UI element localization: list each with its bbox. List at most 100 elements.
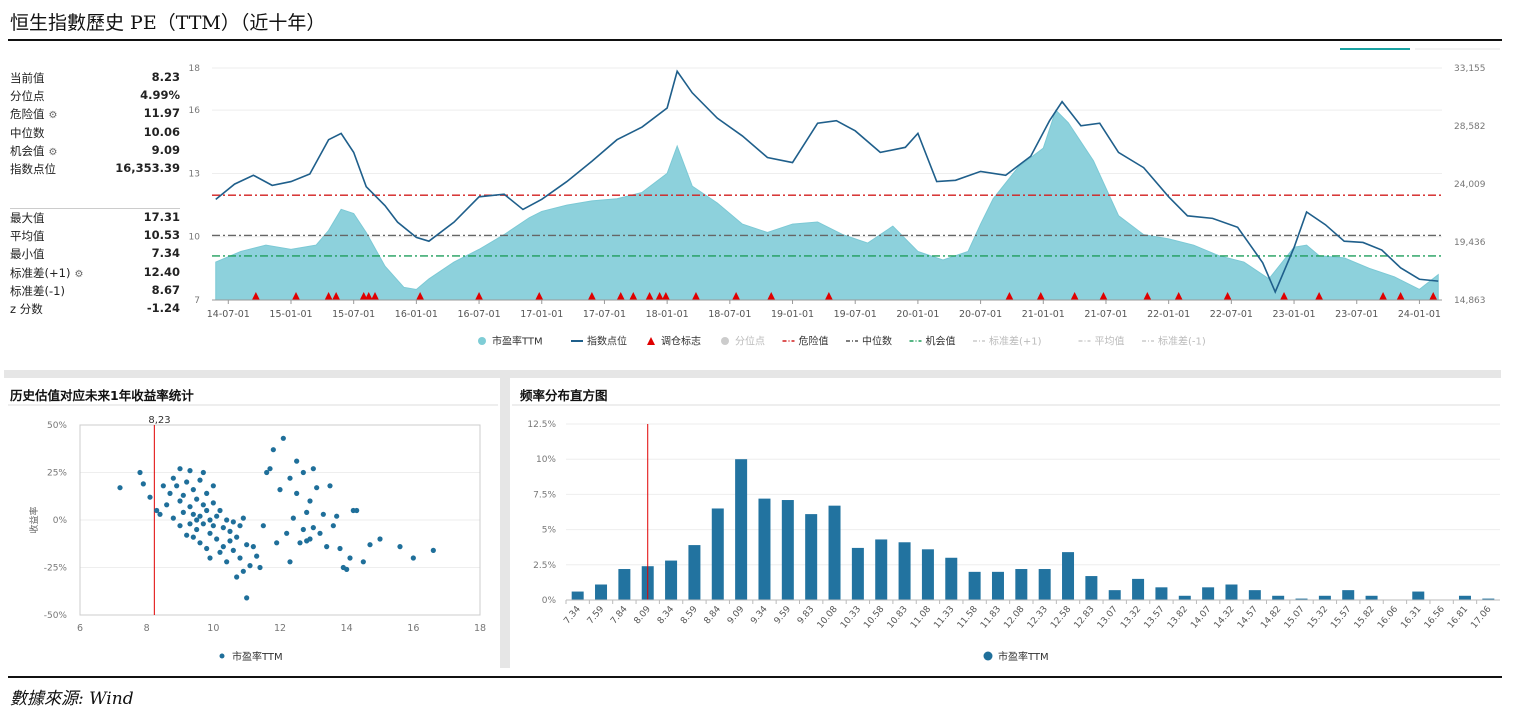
scatter-point bbox=[217, 549, 223, 555]
scatter-point bbox=[184, 479, 190, 485]
scatter-point bbox=[230, 519, 236, 525]
scatter-current-label: 8,23 bbox=[148, 415, 170, 426]
histogram-x-tick: 11.58 bbox=[956, 604, 980, 630]
scatter-point bbox=[297, 540, 303, 546]
histogram-bar bbox=[758, 498, 771, 600]
histogram-x-tick: 11.33 bbox=[932, 605, 956, 631]
scatter-point bbox=[234, 534, 240, 540]
scatter-point bbox=[354, 507, 360, 514]
scatter-point bbox=[137, 469, 143, 476]
main-left-tick: 10 bbox=[189, 233, 201, 243]
scatter-point bbox=[237, 523, 243, 529]
histogram-bar bbox=[1365, 595, 1378, 600]
scatter-point bbox=[337, 545, 343, 552]
scatter-point bbox=[200, 502, 206, 508]
scatter-point bbox=[170, 475, 176, 481]
scatter-point bbox=[280, 435, 286, 441]
scatter-point bbox=[307, 536, 313, 542]
scatter-point bbox=[317, 530, 323, 536]
main-x-tick: 17-07-01 bbox=[583, 309, 626, 320]
histogram-bar bbox=[851, 547, 864, 600]
scatter-point bbox=[180, 509, 186, 515]
main-x-tick: 22-07-01 bbox=[1210, 309, 1253, 320]
histogram-bar bbox=[805, 514, 818, 600]
scatter-point bbox=[234, 574, 240, 580]
legend-label: 调仓标志 bbox=[661, 335, 701, 348]
scatter-point bbox=[164, 502, 170, 508]
histogram-bar bbox=[1015, 569, 1028, 600]
main-right-tick: 33,155 bbox=[1454, 64, 1486, 74]
scatter-point bbox=[177, 498, 183, 504]
histogram-bar bbox=[921, 549, 934, 600]
section-band bbox=[4, 370, 1501, 378]
scatter-point bbox=[210, 523, 216, 529]
main-left-tick: 7 bbox=[194, 296, 200, 306]
scatter-y-tick: -50% bbox=[44, 611, 68, 621]
legend-label: 指数点位 bbox=[587, 335, 627, 348]
scatter-point bbox=[170, 515, 176, 521]
histogram-y-tick: 10% bbox=[536, 455, 556, 465]
main-x-tick: 24-01-01 bbox=[1398, 309, 1441, 320]
histogram-bar bbox=[898, 542, 911, 600]
scatter-x-tick: 14 bbox=[341, 623, 353, 634]
histogram-panel-title: 频率分布直方图 bbox=[520, 388, 608, 403]
scatter-point bbox=[167, 490, 173, 496]
scatter-point bbox=[240, 568, 246, 574]
scatter-x-tick: 16 bbox=[407, 623, 419, 634]
histogram-bar bbox=[1038, 569, 1051, 600]
main-x-tick: 23-07-01 bbox=[1335, 309, 1378, 320]
scatter-point bbox=[300, 526, 306, 533]
scatter-point bbox=[197, 477, 203, 483]
scatter-point bbox=[294, 490, 300, 496]
scatter-point bbox=[217, 507, 223, 514]
scatter-point bbox=[314, 485, 320, 491]
scatter-x-tick: 12 bbox=[274, 623, 286, 634]
main-x-tick: 21-07-01 bbox=[1084, 309, 1127, 320]
main-x-tick: 16-07-01 bbox=[458, 309, 501, 320]
scatter-point bbox=[184, 532, 190, 538]
scatter-point bbox=[227, 538, 233, 544]
scatter-point bbox=[397, 544, 403, 550]
main-x-tick: 18-07-01 bbox=[708, 309, 751, 320]
scatter-point bbox=[214, 536, 220, 542]
histogram-x-tick: 9.09 bbox=[726, 604, 747, 626]
histogram-x-tick: 10.08 bbox=[816, 604, 840, 630]
scatter-x-tick: 6 bbox=[77, 623, 83, 634]
histogram-y-tick: 2.5% bbox=[533, 561, 556, 571]
main-right-tick: 19,436 bbox=[1454, 238, 1486, 248]
main-x-tick: 14-07-01 bbox=[207, 309, 250, 320]
scatter-point bbox=[320, 511, 326, 517]
histogram-x-tick: 12.83 bbox=[1072, 605, 1096, 631]
legend-dot bbox=[478, 337, 486, 345]
scatter-point bbox=[210, 483, 216, 489]
histogram-x-tick: 8.09 bbox=[632, 604, 653, 626]
main-x-tick: 19-07-01 bbox=[834, 309, 877, 320]
histogram-x-tick: 8.59 bbox=[679, 604, 700, 626]
main-x-tick: 19-01-01 bbox=[771, 309, 814, 320]
main-x-tick: 20-07-01 bbox=[959, 309, 1002, 320]
scatter-point bbox=[230, 547, 236, 554]
histogram-y-tick: 0% bbox=[542, 596, 557, 606]
histogram-bar bbox=[968, 571, 981, 600]
scatter-point bbox=[247, 563, 253, 569]
histogram-y-tick: 7.5% bbox=[533, 490, 556, 500]
scatter-point bbox=[204, 490, 210, 496]
scatter-point bbox=[190, 534, 196, 540]
scatter-point bbox=[200, 469, 206, 476]
histogram-x-tick: 14.07 bbox=[1189, 605, 1213, 631]
scatter-point bbox=[187, 468, 193, 474]
histogram-x-tick: 10.58 bbox=[862, 604, 886, 630]
scatter-point bbox=[287, 559, 293, 565]
scatter-point bbox=[294, 458, 300, 464]
histogram-bar bbox=[1318, 595, 1331, 600]
histogram-bar bbox=[875, 539, 888, 600]
scatter-point bbox=[244, 595, 250, 601]
scatter-point bbox=[267, 466, 273, 472]
histogram-legend-label: 市盈率TTM bbox=[998, 650, 1049, 663]
scatter-point bbox=[290, 515, 296, 521]
histogram-x-tick: 15.32 bbox=[1306, 605, 1330, 631]
histogram-x-tick: 8.84 bbox=[703, 604, 724, 626]
histogram-y-tick: 12.5% bbox=[527, 420, 556, 430]
scatter-point bbox=[190, 487, 196, 493]
scatter-point bbox=[310, 525, 316, 531]
